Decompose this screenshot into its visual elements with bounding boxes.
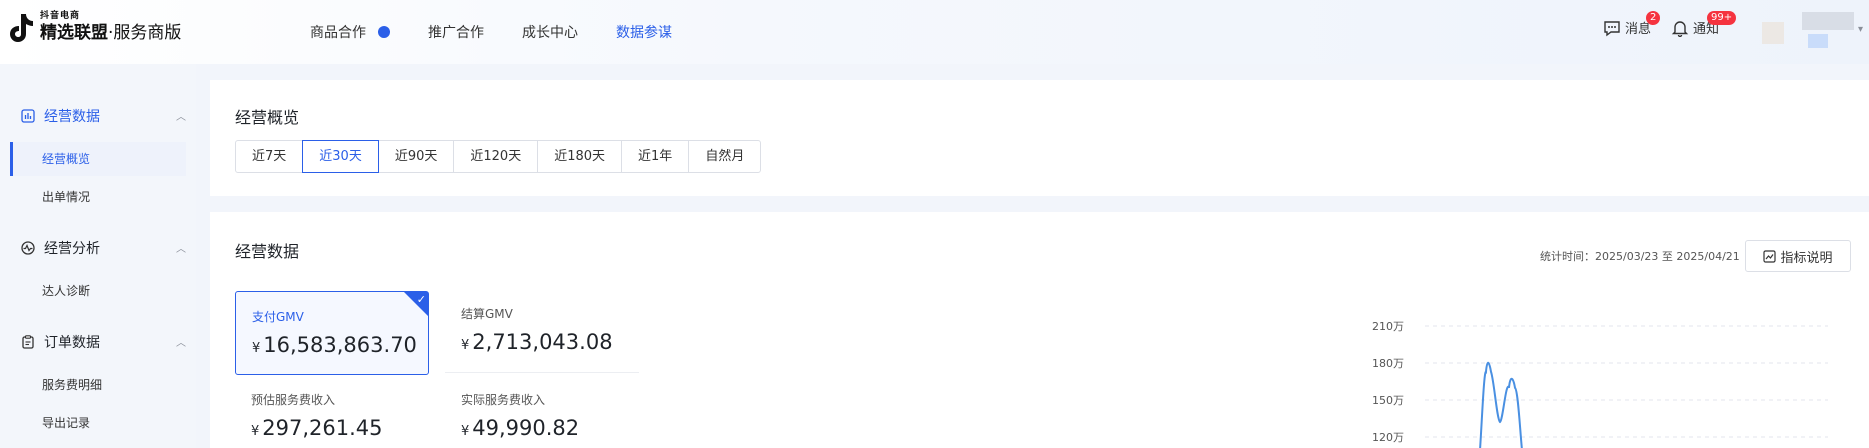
- logo[interactable]: 抖音电商 精选联盟·服务商版: [6, 10, 181, 44]
- sidebar-group-label: 订单数据: [44, 335, 100, 351]
- sidebar-item-orders-status[interactable]: 出单情况: [10, 180, 186, 214]
- nav-growth-center[interactable]: 成长中心: [522, 22, 578, 42]
- avatar-dropdown-icon: ▾: [1858, 24, 1864, 35]
- top-nav: 商品合作 推广合作 成长中心 数据参谋: [310, 22, 710, 42]
- currency-symbol: ¥: [251, 424, 260, 439]
- sidebar-item-export-records[interactable]: 导出记录: [10, 406, 186, 440]
- messages-badge: 2: [1646, 11, 1661, 25]
- notifications-badge: 99+: [1707, 11, 1737, 25]
- metric-card-actual-fee[interactable]: 实际服务费收入 ¥49,990.82: [445, 375, 639, 448]
- message-icon: [1604, 20, 1620, 36]
- check-icon: ✓: [416, 293, 426, 306]
- metric-number: 16,583,863.70: [263, 333, 417, 357]
- metric-card-pay-gmv[interactable]: 支付GMV ¥16,583,863.70 ✓: [235, 291, 429, 375]
- sidebar-group-order-data[interactable]: 订单数据 ︿: [20, 332, 186, 352]
- range-option-natural-month[interactable]: 自然月: [688, 140, 762, 173]
- nav-label: 成长中心: [522, 25, 578, 41]
- metric-number: 297,261.45: [262, 416, 383, 440]
- range-option-90d[interactable]: 近90天: [377, 140, 455, 173]
- metric-label: 实际服务费收入: [461, 393, 546, 407]
- chevron-up-icon: ︿: [176, 112, 186, 123]
- logo-rest-text: ·服务商版: [108, 23, 182, 43]
- clipboard-icon: [20, 334, 36, 350]
- series-line: [1479, 361, 1523, 448]
- top-header: 抖音电商 精选联盟·服务商版 商品合作 推广合作 成长中心 数据参谋 消息 2 …: [0, 0, 1869, 64]
- douyin-logo-icon: [6, 10, 34, 44]
- metric-label: 结算GMV: [461, 307, 513, 321]
- sidebar-item-label: 服务费明细: [42, 378, 103, 392]
- messages-button[interactable]: 消息 2: [1603, 11, 1661, 37]
- logo-bold-text: 精选联盟: [40, 23, 108, 43]
- metric-card-estimated-fee[interactable]: 预估服务费收入 ¥297,261.45: [235, 375, 429, 448]
- metric-value: ¥49,990.82: [461, 416, 639, 440]
- chevron-up-icon: ︿: [176, 338, 186, 349]
- range-option-30d[interactable]: 近30天: [302, 140, 379, 173]
- range-option-120d[interactable]: 近120天: [453, 140, 539, 173]
- sidebar-item-service-fee-detail[interactable]: 服务费明细: [10, 368, 186, 402]
- sidebar-item-influencer-diagnosis[interactable]: 达人诊断: [10, 274, 186, 308]
- statistics-time: 统计时间：2025/03/23 至 2025/04/21: [1540, 250, 1740, 263]
- sidebar-group-business-analysis[interactable]: 经营分析 ︿: [20, 238, 186, 258]
- logo-small-text: 抖音电商: [40, 11, 81, 21]
- y-tick-label: 210万: [1372, 320, 1404, 333]
- nav-product-cooperation[interactable]: 商品合作: [310, 22, 390, 42]
- nav-data-advisor[interactable]: 数据参谋: [616, 22, 672, 42]
- chevron-up-icon: ︿: [176, 244, 186, 255]
- metric-value: ¥297,261.45: [251, 416, 429, 440]
- sidebar: 经营数据 ︿ 经营概览 出单情况 经营分析 ︿ 达人诊断 订单数据 ︿ 服务费明…: [0, 64, 196, 448]
- metric-explanation-label: 指标说明: [1780, 250, 1833, 266]
- metric-label: 支付GMV: [252, 310, 304, 324]
- currency-symbol: ¥: [252, 341, 261, 356]
- sidebar-item-label: 出单情况: [42, 190, 91, 204]
- metric-card-settle-gmv[interactable]: 结算GMV ¥2,713,043.08: [445, 289, 639, 373]
- gmv-trend-chart: 210万 180万 150万 120万: [1370, 310, 1840, 448]
- trend-chart-icon: [1763, 249, 1777, 263]
- gmv-trend-chart-svg: 210万 180万 150万 120万: [1372, 320, 1828, 448]
- sidebar-item-label: 达人诊断: [42, 284, 91, 298]
- nav-label: 商品合作: [310, 25, 366, 41]
- date-range-selector: 近7天 近30天 近90天 近120天 近180天 近1年 自然月: [235, 140, 762, 173]
- y-tick-label: 150万: [1372, 394, 1404, 407]
- overview-title: 经营概览: [235, 108, 300, 127]
- currency-symbol: ¥: [461, 424, 470, 439]
- metric-label: 预估服务费收入: [251, 393, 336, 407]
- metric-number: 2,713,043.08: [472, 330, 613, 354]
- range-option-7d[interactable]: 近7天: [235, 140, 304, 173]
- sidebar-group-label: 经营分析: [44, 241, 100, 257]
- nav-dot-indicator: [378, 26, 390, 38]
- sidebar-item-label: 导出记录: [42, 416, 91, 430]
- business-data-title: 经营数据: [235, 242, 300, 261]
- metric-value: ¥16,583,863.70: [252, 333, 428, 357]
- bell-icon: [1671, 20, 1689, 37]
- bar-chart-icon: [20, 108, 36, 124]
- metric-number: 49,990.82: [472, 416, 580, 440]
- nav-promotion-cooperation[interactable]: 推广合作: [428, 22, 484, 42]
- y-tick-label: 120万: [1372, 431, 1404, 444]
- sidebar-item-overview[interactable]: 经营概览: [10, 142, 186, 176]
- range-option-180d[interactable]: 近180天: [537, 140, 623, 173]
- range-option-1y[interactable]: 近1年: [621, 140, 690, 173]
- currency-symbol: ¥: [461, 338, 470, 353]
- pulse-icon: [20, 240, 36, 256]
- sidebar-group-business-data[interactable]: 经营数据 ︿: [20, 106, 186, 126]
- nav-label: 数据参谋: [616, 25, 672, 41]
- metric-value: ¥2,713,043.08: [461, 330, 639, 354]
- nav-label: 推广合作: [428, 25, 484, 41]
- sidebar-item-label: 经营概览: [42, 152, 91, 166]
- overview-card: [210, 80, 1869, 196]
- sidebar-group-label: 经营数据: [44, 109, 100, 125]
- notifications-button[interactable]: 通知 99+: [1671, 11, 1737, 37]
- metric-explanation-button[interactable]: 指标说明: [1745, 240, 1851, 272]
- y-tick-label: 180万: [1372, 357, 1404, 370]
